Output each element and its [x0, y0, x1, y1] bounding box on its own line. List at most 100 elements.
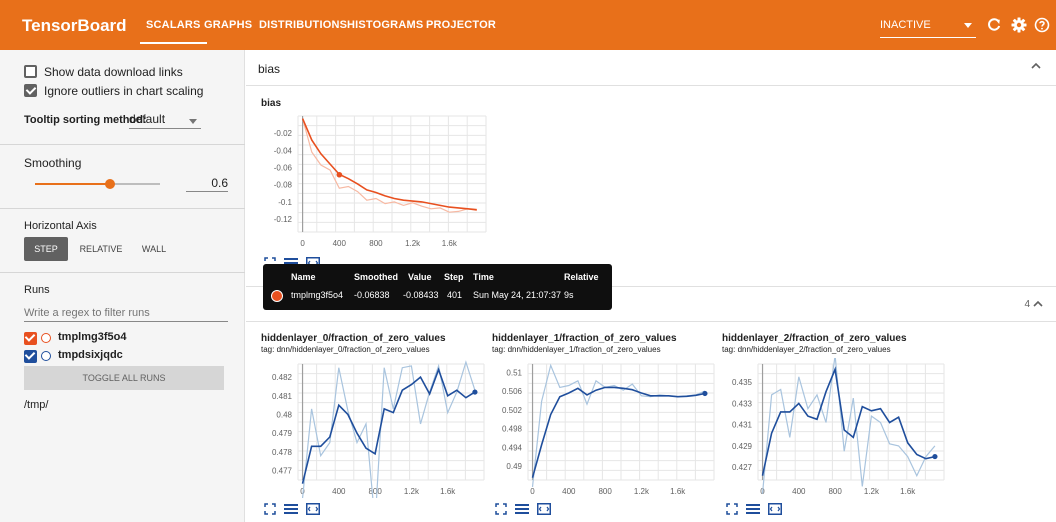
ignore-outliers-label: Ignore outliers in chart scaling	[44, 84, 204, 98]
list-icon[interactable]	[515, 502, 529, 520]
fit-domain-icon[interactable]	[306, 502, 320, 520]
chart-tag-hiddenlayer-0: tag: dnn/hiddenlayer_0/fraction_of_zero_…	[261, 345, 430, 354]
x-tick-label: 1.6k	[900, 487, 916, 496]
y-tick-label: 0.479	[272, 429, 293, 438]
refresh-icon[interactable]	[984, 15, 1004, 35]
run-checkbox-tmplmg3f5o4[interactable]	[24, 332, 37, 345]
smoothed-series-line	[531, 386, 706, 478]
axis-option-step[interactable]: STEP	[24, 237, 68, 261]
y-tick-label: 0.481	[272, 392, 293, 401]
chart-hiddenlayer-1[interactable]: 0.51 0.506 0.502 0.498 0.494 0.49 0 400 800 1.2k 1…	[488, 358, 720, 498]
chart-hiddenlayer-0[interactable]: 0.4820.4810.480.4790.4780.4770 400 800 1.2k…	[258, 358, 490, 498]
axis-option-wall[interactable]: WALL	[134, 237, 174, 261]
chart-tag-hiddenlayer-1: tag: dnn/hiddenlayer_1/fraction_of_zero_…	[492, 345, 661, 354]
y-tick-label: -0.06	[274, 164, 293, 173]
raw-series-line	[302, 118, 477, 213]
fullscreen-icon[interactable]	[264, 502, 276, 520]
chart-tooltip: Name Smoothed Value Step Time Relative t…	[263, 264, 612, 310]
y-tick-label: 0.48	[276, 411, 292, 420]
chevron-up-icon[interactable]	[1032, 298, 1044, 313]
x-tick-label: 800	[369, 239, 383, 248]
list-icon[interactable]	[746, 502, 760, 520]
y-tick-label: 0.498	[502, 425, 523, 434]
run-filter-input[interactable]	[24, 304, 228, 322]
sidebar: Show data download links Ignore outliers…	[0, 50, 245, 522]
tooltip-relative-value: 9s	[564, 290, 574, 300]
run-name: tmpdsixjqdc	[58, 349, 123, 361]
fit-domain-icon[interactable]	[537, 502, 551, 520]
tab-graphs[interactable]: GRAPHS	[204, 19, 252, 31]
tooltip-header-value: Value	[408, 272, 432, 282]
x-tick-label: 1.2k	[634, 487, 650, 496]
tab-histograms[interactable]: HISTOGRAMS	[347, 19, 423, 31]
x-tick-label: 400	[792, 487, 806, 496]
y-tick-label: 0.482	[272, 373, 293, 382]
series-end-point	[472, 389, 478, 395]
tooltip-sorting-select[interactable]: default	[129, 112, 201, 129]
section-count-badge: 4	[1024, 299, 1030, 310]
y-tick-label: 0.429	[732, 442, 753, 451]
show-download-links-label: Show data download links	[44, 65, 183, 79]
y-tick-label: 0.478	[272, 448, 293, 457]
y-tick-label: -0.02	[274, 129, 293, 138]
run-color-swatch[interactable]	[41, 351, 51, 361]
chart-title-hiddenlayer-2: hiddenlayer_2/fraction_of_zero_values	[722, 333, 907, 344]
x-tick-label: 400	[333, 239, 347, 248]
help-icon[interactable]	[1032, 15, 1052, 35]
run-color-swatch[interactable]	[41, 333, 51, 343]
y-tick-label: 0.49	[506, 462, 522, 471]
divider	[0, 144, 245, 145]
smoothing-value-input[interactable]: 0.6	[186, 176, 228, 192]
y-tick-label: -0.12	[274, 215, 293, 224]
ignore-outliers-checkbox[interactable]	[24, 84, 37, 97]
y-tick-label: -0.1	[278, 198, 292, 207]
y-tick-label: 0.502	[502, 406, 523, 415]
smoothing-slider-thumb[interactable]	[105, 179, 115, 189]
x-tick-label: 1.6k	[442, 239, 458, 248]
tab-distributions[interactable]: DISTRIBUTIONS	[259, 19, 347, 31]
x-tick-label: 800	[368, 487, 382, 496]
tab-scalars[interactable]: SCALARS	[140, 19, 207, 44]
y-tick-label: 0.427	[732, 463, 753, 472]
section-title: bias	[258, 62, 281, 76]
y-tick-label: 0.477	[272, 467, 293, 476]
divider	[0, 208, 245, 209]
gear-icon[interactable]	[1009, 15, 1029, 35]
fullscreen-icon[interactable]	[495, 502, 507, 520]
x-tick-label: 1.2k	[864, 487, 880, 496]
x-tick-label: 0	[300, 239, 305, 248]
tooltip-header-smoothed: Smoothed	[354, 272, 398, 282]
app-brand: TensorBoard	[22, 16, 127, 35]
chevron-up-icon[interactable]	[1030, 60, 1042, 75]
chart-action-bar	[495, 502, 557, 516]
x-tick-label: 400	[562, 487, 576, 496]
x-tick-label: 400	[332, 487, 346, 496]
divider	[0, 272, 245, 273]
tab-projector[interactable]: PROJECTOR	[426, 19, 496, 31]
tooltip-smoothed-value: -0.06838	[354, 290, 390, 300]
x-tick-label: 1.6k	[670, 487, 686, 496]
chevron-down-icon	[189, 119, 197, 124]
chart-bias[interactable]: -0.02 -0.04 -0.06 -0.08 -0.1 -0.12 0 400 800 1.2k…	[258, 110, 498, 255]
run-checkbox-tmpdsixjqdc[interactable]	[24, 350, 37, 363]
fullscreen-icon[interactable]	[726, 502, 738, 520]
status-select[interactable]: INACTIVE	[880, 16, 976, 38]
horizontal-axis-label: Horizontal Axis	[24, 220, 97, 232]
chart-hiddenlayer-2[interactable]: 0.4350.4330.4310.4290.4270 400 800 1.2k 1.6k	[718, 358, 950, 498]
axis-option-relative[interactable]: RELATIVE	[74, 237, 128, 261]
y-tick-label: -0.08	[274, 181, 293, 190]
x-tick-label: 1.2k	[404, 487, 420, 496]
raw-series-line	[761, 358, 936, 494]
show-download-links-checkbox[interactable]	[24, 65, 37, 78]
chart-title-bias: bias	[261, 98, 282, 109]
chart-action-bar	[726, 502, 788, 516]
section-header-bias[interactable]: bias	[246, 50, 1056, 86]
fit-domain-icon[interactable]	[768, 502, 782, 520]
tooltip-time-value: Sun May 24, 21:07:37	[473, 290, 562, 300]
list-icon[interactable]	[284, 502, 298, 520]
tooltip-run-swatch	[271, 290, 283, 302]
toggle-all-runs-button[interactable]: TOGGLE ALL RUNS	[24, 366, 224, 390]
tooltip-step-value: 401	[447, 290, 463, 300]
y-tick-label: 0.506	[502, 387, 523, 396]
series-end-point	[932, 453, 938, 460]
